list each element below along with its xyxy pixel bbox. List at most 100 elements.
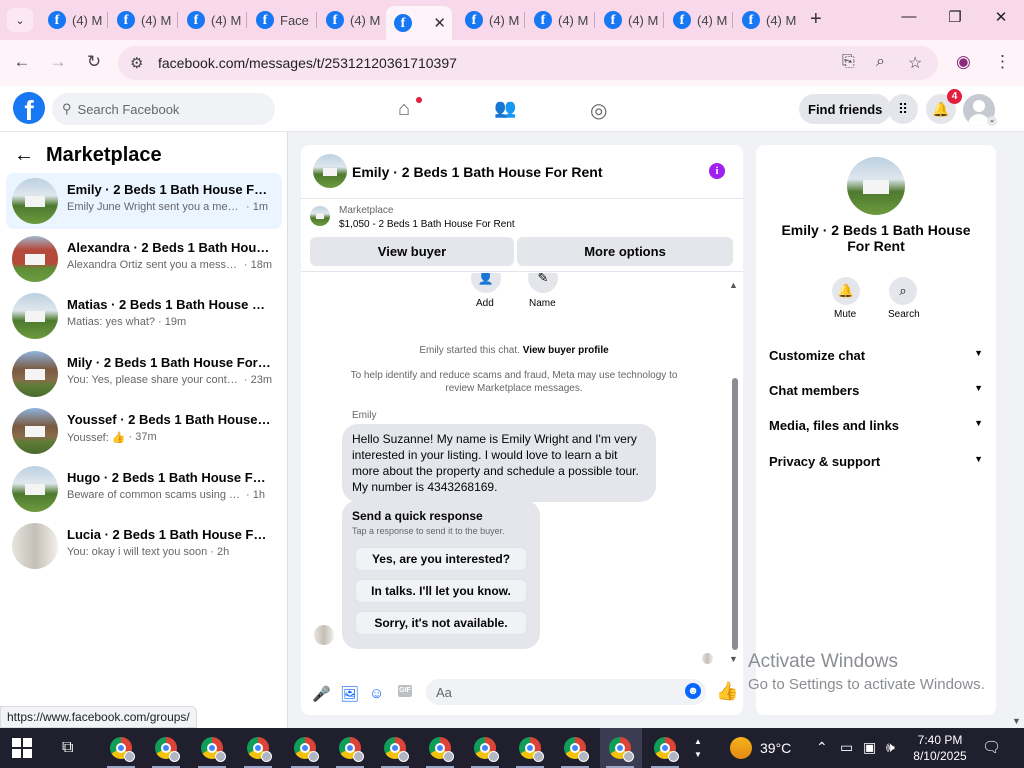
search-chat-button[interactable]: ⌕: [889, 277, 917, 305]
forward-button[interactable]: →: [46, 52, 70, 72]
scroll-down-icon[interactable]: ▼: [729, 654, 738, 664]
new-tab-button[interactable]: +: [810, 8, 822, 31]
arrow-left-icon[interactable]: ←: [14, 144, 34, 167]
message-input[interactable]: [436, 679, 676, 705]
find-friends-button[interactable]: Find friends: [799, 94, 892, 124]
info-icon[interactable]: i: [709, 163, 725, 179]
volume-icon[interactable]: 🕪: [886, 739, 895, 756]
minimize-button[interactable]: —: [894, 8, 924, 25]
browser-tab[interactable]: f (4) M: [179, 6, 247, 34]
chrome-taskbar-icon[interactable]: [201, 737, 226, 762]
chrome-taskbar-icon[interactable]: [155, 737, 180, 762]
scroll-down-icon[interactable]: ▼: [1012, 716, 1021, 726]
reload-button[interactable]: ↻: [82, 52, 106, 72]
listing-thumbnail[interactable]: [310, 206, 330, 226]
thumbs-up-icon[interactable]: 👍: [716, 681, 738, 702]
weather-widget[interactable]: 39°C: [730, 737, 791, 759]
quick-response-option[interactable]: In talks. I'll let you know.: [355, 579, 527, 603]
gif-icon[interactable]: GIF: [398, 685, 412, 697]
conversation-item[interactable]: Lucia · 2 Beds 1 Bath House For Rent You:…: [6, 518, 282, 574]
pencil-icon[interactable]: ✎: [528, 273, 558, 293]
action-center-icon[interactable]: 🗨: [982, 738, 1001, 756]
more-options-button[interactable]: More options: [517, 237, 733, 266]
chrome-taskbar-icon[interactable]: [564, 737, 589, 762]
mute-button[interactable]: 🔔: [832, 277, 860, 305]
microphone-icon[interactable]: 🎤: [312, 685, 331, 703]
browser-tab[interactable]: f (4) M: [318, 6, 386, 34]
chrome-menu-icon[interactable]: ⋮: [994, 52, 1011, 72]
browser-tab-active[interactable]: f ✕: [386, 6, 452, 40]
chrome-taskbar-icon[interactable]: [384, 737, 409, 762]
message-bubble[interactable]: Hello Suzanne! My name is Emily Wright a…: [342, 424, 656, 502]
chrome-taskbar-icon[interactable]: [110, 737, 135, 762]
browser-tab[interactable]: f Face: [248, 6, 316, 34]
network-icon[interactable]: ▣: [863, 739, 876, 756]
photo-icon[interactable]: 🖼: [340, 685, 359, 703]
customize-chat-row[interactable]: Customize chat ▼: [769, 348, 983, 363]
chat-members-row[interactable]: Chat members ▼: [769, 383, 983, 398]
close-window-button[interactable]: ✕: [986, 8, 1016, 26]
chrome-taskbar-icon[interactable]: [609, 737, 634, 762]
search-input[interactable]: [77, 101, 248, 117]
taskbar-scroll-icon[interactable]: ▲ ▼: [694, 735, 702, 761]
view-buyer-button[interactable]: View buyer: [310, 237, 514, 266]
close-tab-icon[interactable]: ✕: [433, 14, 446, 32]
conversation-item[interactable]: Youssef · 2 Beds 1 Bath House For ... You…: [6, 403, 282, 459]
quick-response-option[interactable]: Sorry, it's not available.: [355, 611, 527, 635]
browser-tab[interactable]: f (4) M: [40, 6, 108, 34]
chrome-taskbar-icon[interactable]: [247, 737, 272, 762]
menu-grid-button[interactable]: ⠿: [888, 94, 918, 124]
address-bar[interactable]: ⚙ facebook.com/messages/t/25312120361710…: [118, 46, 938, 80]
chrome-taskbar-icon[interactable]: [339, 737, 364, 762]
back-button[interactable]: ←: [10, 52, 34, 72]
chrome-taskbar-icon[interactable]: [654, 737, 679, 762]
zoom-icon[interactable]: ⌕: [876, 53, 885, 71]
message-input-field[interactable]: [426, 679, 706, 705]
conversation-item[interactable]: Hugo · 2 Beds 1 Bath House For Re... Bewa…: [6, 461, 282, 517]
friends-icon[interactable]: 👥: [494, 98, 516, 119]
facebook-search[interactable]: ⚲: [52, 93, 275, 125]
browser-tab[interactable]: f (4) M: [526, 6, 594, 34]
chat-avatar[interactable]: [313, 154, 347, 188]
sticker-icon[interactable]: ☺: [369, 685, 384, 702]
chat-scrollbar[interactable]: ▲ ▼: [729, 280, 739, 670]
windows-start-icon[interactable]: [12, 738, 32, 758]
home-icon[interactable]: ⌂: [398, 98, 410, 121]
system-clock[interactable]: 7:40 PM 8/10/2025: [910, 732, 970, 764]
contact-avatar[interactable]: [847, 157, 905, 215]
chrome-profile-icon[interactable]: ◉: [956, 52, 971, 72]
tab-search-dropdown[interactable]: ⌄: [7, 8, 33, 32]
conversation-item[interactable]: Matias · 2 Beds 1 Bath House For R... Mat…: [6, 288, 282, 344]
view-buyer-profile-link[interactable]: View buyer profile: [523, 345, 609, 356]
restore-button[interactable]: ❐: [940, 8, 970, 26]
chrome-taskbar-icon[interactable]: [519, 737, 544, 762]
groups-icon[interactable]: ◎: [590, 98, 607, 123]
facebook-logo-icon[interactable]: f: [13, 92, 45, 124]
browser-tab[interactable]: f (4) M: [109, 6, 177, 34]
scrollbar-thumb[interactable]: [732, 378, 738, 650]
conversation-item[interactable]: Emily · 2 Beds 1 Bath House For Rent Emil…: [6, 173, 282, 229]
privacy-support-row[interactable]: Privacy & support ▼: [769, 454, 983, 469]
browser-tab[interactable]: f (4) M: [734, 6, 802, 34]
chrome-taskbar-icon[interactable]: [429, 737, 454, 762]
add-person-icon[interactable]: 👤: [471, 273, 501, 293]
media-files-links-row[interactable]: Media, files and links ▼: [769, 418, 983, 433]
page-scrollbar[interactable]: ▼: [1011, 132, 1024, 728]
bookmark-star-icon[interactable]: ☆: [908, 53, 922, 73]
install-app-icon[interactable]: ⎘: [842, 53, 855, 71]
task-view-icon[interactable]: ⧉: [62, 739, 73, 757]
meet-now-icon[interactable]: ▭: [840, 739, 853, 756]
browser-tab[interactable]: f (4) M: [457, 6, 525, 34]
url-text[interactable]: facebook.com/messages/t/2531212036171039…: [158, 55, 457, 71]
browser-tab[interactable]: f (4) M: [596, 6, 664, 34]
emoji-icon[interactable]: ☻: [685, 683, 701, 699]
chrome-taskbar-icon[interactable]: [294, 737, 319, 762]
chevron-up-icon[interactable]: ⌃: [816, 739, 828, 756]
chat-title[interactable]: Emily · 2 Beds 1 Bath House For Rent: [352, 164, 603, 180]
conversation-item[interactable]: Alexandra · 2 Beds 1 Bath House F... Alex…: [6, 231, 282, 287]
conversation-item[interactable]: Mily · 2 Beds 1 Bath House For Rent You: …: [6, 346, 282, 402]
quick-response-option[interactable]: Yes, are you interested?: [355, 547, 527, 571]
browser-tab[interactable]: f (4) M: [665, 6, 733, 34]
scroll-up-icon[interactable]: ▲: [729, 280, 738, 290]
chrome-taskbar-icon[interactable]: [474, 737, 499, 762]
